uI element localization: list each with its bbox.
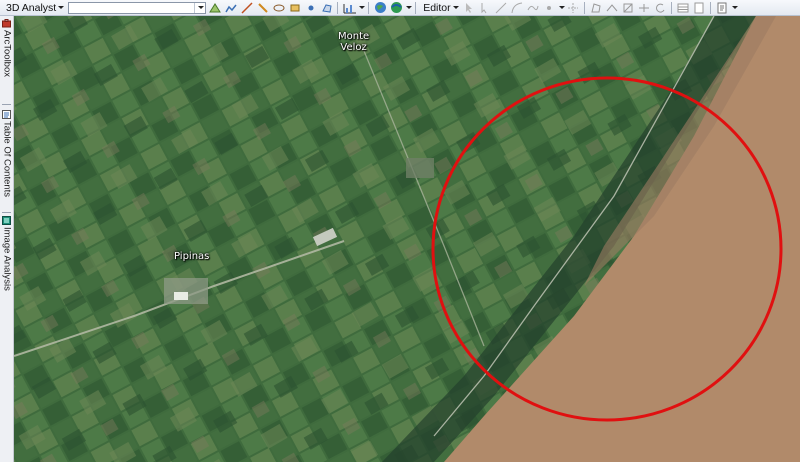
place-label-monte-veloz: Monte Veloz: [338, 31, 369, 53]
chart-button[interactable]: [342, 1, 357, 15]
chevron-down-icon: [58, 6, 65, 9]
arcglobe-button[interactable]: [389, 1, 404, 15]
table-of-contents-icon: [2, 110, 11, 119]
chevron-down-icon[interactable]: [558, 6, 565, 9]
profile-button[interactable]: [223, 1, 238, 15]
steepest-path-icon: [257, 2, 268, 13]
chevron-down-icon: [452, 6, 459, 9]
line-of-sight-button[interactable]: [239, 1, 254, 15]
3d-analyst-label: 3D Analyst: [6, 1, 57, 14]
straight-segment-icon: [495, 2, 507, 13]
create-features-icon: [717, 2, 727, 13]
dock-separator: [2, 212, 11, 213]
toolbar-separator: [415, 1, 417, 14]
attributes-table-icon: [677, 3, 689, 12]
chevron-down-icon[interactable]: [406, 6, 413, 9]
globe-scene-icon: [375, 2, 387, 13]
image-analysis-icon: [2, 216, 11, 225]
polygon-icon: [321, 3, 332, 13]
sketch-properties-button[interactable]: [692, 1, 707, 15]
profile-icon: [225, 4, 237, 12]
end-point-arc-button[interactable]: [510, 1, 525, 15]
globe-icon: [391, 2, 403, 13]
place-label-monte-veloz-text: Monte Veloz: [338, 31, 370, 53]
split-button[interactable]: [637, 1, 652, 15]
interpolate-button[interactable]: [287, 1, 302, 15]
toolbar-separator: [709, 1, 711, 14]
point-tool-button[interactable]: [542, 1, 557, 15]
point-icon: [308, 5, 314, 10]
edit-vertices-icon: [591, 2, 601, 12]
tab-image-analysis[interactable]: Image Analysis: [0, 216, 13, 291]
arc-segment-icon: [511, 2, 523, 13]
split-icon: [639, 3, 650, 12]
editor-menu[interactable]: Editor: [421, 1, 460, 15]
arcscene-button[interactable]: [373, 1, 388, 15]
monte-veloz-settlement: [406, 158, 434, 178]
contour-icon: [273, 4, 285, 11]
sketch-properties-icon: [694, 2, 704, 13]
point-tool-icon: [547, 5, 552, 10]
interpolate-icon: [290, 4, 300, 11]
tab-arctoolbox[interactable]: ArcToolbox: [0, 19, 13, 77]
tab-label: Table Of Contents: [1, 121, 13, 198]
place-label-pipinas: Pipinas: [174, 251, 209, 262]
arrow-cursor-icon: [466, 2, 473, 13]
tin-icon: [208, 2, 221, 12]
create-tin-button[interactable]: [207, 1, 222, 15]
create-features-button[interactable]: [715, 1, 730, 15]
trace-icon: [527, 5, 539, 10]
trace-button[interactable]: [526, 1, 541, 15]
attributes-button[interactable]: [676, 1, 691, 15]
chevron-down-icon: [198, 6, 205, 9]
polygon-button[interactable]: [319, 1, 334, 15]
tab-label: Image Analysis: [1, 227, 13, 291]
main-toolbar: 3D Analyst Editor: [0, 0, 800, 16]
toolbar-separator: [670, 1, 672, 14]
snapping-icon: [568, 2, 579, 13]
steepest-path-button[interactable]: [255, 1, 270, 15]
tab-table-of-contents[interactable]: Table Of Contents: [0, 110, 13, 197]
satellite-imagery: [14, 16, 800, 462]
editor-label: Editor: [423, 1, 451, 14]
map-view[interactable]: Monte Veloz Pipinas: [14, 16, 800, 462]
toolbar-separator: [337, 1, 339, 14]
edit-tool-button[interactable]: [462, 1, 477, 15]
cut-polygon-icon: [623, 3, 633, 12]
point-button[interactable]: [303, 1, 318, 15]
edit-annotation-button[interactable]: [478, 1, 493, 15]
cut-polygons-button[interactable]: [621, 1, 636, 15]
dock-separator: [2, 104, 11, 105]
left-dock: ArcToolbox Table Of Contents Image Analy…: [0, 16, 14, 462]
chevron-down-icon[interactable]: [359, 6, 366, 9]
chart-icon: [343, 3, 356, 13]
rotate-button[interactable]: [653, 1, 668, 15]
line-of-sight-icon: [241, 1, 253, 14]
snapping-button[interactable]: [566, 1, 581, 15]
contour-button[interactable]: [271, 1, 286, 15]
layer-combo[interactable]: [68, 1, 207, 14]
place-label-pipinas-text: Pipinas: [174, 251, 210, 262]
combo-dropdown-button[interactable]: [194, 2, 205, 13]
tab-label: ArcToolbox: [1, 30, 13, 77]
straight-segment-button[interactable]: [494, 1, 509, 15]
toolbar-separator: [368, 1, 370, 14]
3d-analyst-dropdown[interactable]: 3D Analyst: [0, 1, 65, 15]
toolbox-icon: [2, 19, 11, 28]
reshape-icon: [606, 3, 618, 11]
annotation-arrow-icon: [481, 2, 487, 13]
chevron-down-icon[interactable]: [731, 6, 738, 9]
rotate-icon: [656, 3, 665, 13]
edit-vertices-button[interactable]: [589, 1, 604, 15]
reshape-button[interactable]: [605, 1, 620, 15]
toolbar-separator: [583, 1, 585, 14]
